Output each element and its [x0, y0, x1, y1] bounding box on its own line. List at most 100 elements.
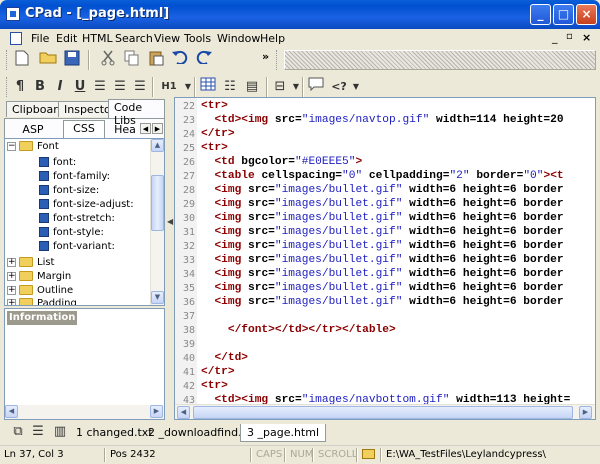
tree-item-font-stretch[interactable]: font-stretch:: [39, 213, 115, 227]
line-number: 42: [182, 381, 195, 392]
scroll-down-icon[interactable]: ▼: [151, 291, 164, 304]
status-bar: Ln 37, Col 3 Pos 2432 CAPS NUM SCROLL E:…: [0, 445, 600, 464]
table-icon[interactable]: [198, 77, 218, 97]
underline-icon[interactable]: U: [70, 77, 90, 97]
menu-window[interactable]: Window: [217, 32, 260, 45]
tree-item-margin[interactable]: + Margin: [7, 271, 71, 285]
tree-item-font-style[interactable]: font-style:: [39, 227, 104, 241]
code-editor[interactable]: 22 23 24 25 26 27 28 29 30 31 32 33 34 3…: [174, 97, 596, 420]
info-horizontal-scrollbar[interactable]: ◀ ▶: [5, 405, 164, 419]
collapse-icon[interactable]: −: [7, 141, 16, 151]
comment-icon[interactable]: [306, 77, 326, 97]
save-icon[interactable]: [62, 50, 82, 70]
paragraph-icon[interactable]: ¶: [10, 77, 30, 97]
line-number: 38: [182, 325, 195, 336]
new-file-icon[interactable]: [12, 50, 32, 70]
subtab-css[interactable]: CSS: [63, 120, 105, 139]
menu-tools[interactable]: Tools: [184, 32, 211, 45]
tree-vertical-scrollbar[interactable]: ▲ ▼: [150, 139, 164, 305]
menu-html[interactable]: HTML: [82, 32, 113, 45]
tree-item-font-size-adjust[interactable]: font-size-adjust:: [39, 199, 134, 213]
expand-icon[interactable]: +: [7, 285, 16, 295]
scroll-thumb[interactable]: [151, 175, 164, 231]
subtab-asp[interactable]: ASP: [11, 122, 55, 139]
italic-icon[interactable]: I: [50, 77, 70, 97]
scroll-right-icon[interactable]: ▶: [150, 405, 163, 418]
menu-help[interactable]: Help: [260, 32, 285, 45]
expand-icon[interactable]: +: [7, 257, 16, 267]
script-chevron-down-icon[interactable]: ▼: [346, 77, 366, 97]
menu-edit[interactable]: Edit: [56, 32, 77, 45]
toolbar-overflow-chevron-icon[interactable]: »: [262, 50, 269, 63]
folder-icon: [19, 257, 33, 267]
line-number: 30: [182, 213, 195, 224]
menu-file[interactable]: File: [31, 32, 49, 45]
line-number: 24: [182, 129, 195, 140]
tab-code-libs[interactable]: Code Libs: [108, 99, 165, 127]
scroll-right-icon[interactable]: ▶: [579, 406, 592, 419]
css-property-icon: [39, 241, 49, 251]
tree-item-font[interactable]: − Font: [7, 141, 59, 155]
book-icon[interactable]: ▥: [50, 422, 70, 442]
line-number: 40: [182, 353, 195, 364]
editor-horizontal-scrollbar[interactable]: ◀ ▶: [175, 404, 595, 419]
expand-icon[interactable]: +: [7, 271, 16, 281]
panel-splitter[interactable]: ◀: [166, 97, 174, 420]
subtab-scroll-left-icon[interactable]: ◀: [140, 123, 151, 134]
character-position: Pos 2432: [110, 449, 156, 460]
code-line: <img src="images/bullet.gif" width=6 hei…: [214, 296, 564, 308]
toolbar-grip[interactable]: [6, 50, 9, 70]
splitter-arrow-icon[interactable]: ◀: [167, 217, 173, 226]
menu-search[interactable]: Search: [115, 32, 153, 45]
color-picker-bar[interactable]: [284, 50, 596, 70]
code-line: <img src="images/bullet.gif" width=6 hei…: [214, 268, 564, 280]
mdi-minimize-button[interactable]: _: [552, 31, 558, 44]
bold-icon[interactable]: B: [30, 77, 50, 97]
css-property-icon: [39, 213, 49, 223]
tree-item-list[interactable]: + List: [7, 257, 54, 271]
cursor-position: Ln 37, Col 3: [4, 449, 64, 460]
paste-icon[interactable]: [146, 50, 166, 70]
maximize-button[interactable]: □: [553, 4, 574, 25]
scroll-left-icon[interactable]: ◀: [177, 406, 190, 419]
scroll-indicator: SCROLL: [318, 449, 358, 460]
cut-icon[interactable]: [98, 50, 118, 70]
line-number: 29: [182, 199, 195, 210]
open-folder-icon[interactable]: [38, 50, 58, 70]
tile-icon[interactable]: ⧉: [8, 422, 28, 442]
scroll-up-icon[interactable]: ▲: [151, 139, 164, 152]
align-center-icon[interactable]: ☰: [110, 77, 130, 97]
doc-tab-page[interactable]: 3 _page.html: [240, 424, 327, 442]
tree-item-font-variant[interactable]: font-variant:: [39, 241, 115, 255]
scroll-thumb[interactable]: [193, 406, 573, 419]
minimize-button[interactable]: _: [530, 4, 551, 25]
form-icon[interactable]: ▤: [242, 77, 262, 97]
title-bar: CPad - [_page.html] _ □ ×: [0, 0, 600, 29]
close-button[interactable]: ×: [576, 4, 597, 25]
scroll-left-icon[interactable]: ◀: [5, 405, 18, 418]
copy-icon[interactable]: [122, 50, 142, 70]
subtab-scroll-right-icon[interactable]: ▶: [152, 123, 163, 134]
mdi-close-button[interactable]: ×: [582, 31, 591, 44]
num-indicator: NUM: [290, 449, 314, 460]
document-icon[interactable]: [10, 32, 22, 45]
tree-item-font-prop[interactable]: font:: [39, 157, 76, 171]
css-property-icon: [39, 227, 49, 237]
undo-icon[interactable]: [170, 50, 190, 70]
tree-item-outline[interactable]: + Outline: [7, 285, 73, 299]
redo-icon[interactable]: [194, 50, 214, 70]
align-right-icon[interactable]: ☰: [130, 77, 150, 97]
align-left-icon[interactable]: ☰: [90, 77, 110, 97]
tree-item-padding[interactable]: + Padding: [7, 298, 77, 305]
line-number: 37: [182, 311, 195, 322]
code-line: <td bgcolor="#E0EEE5">: [214, 156, 363, 168]
menu-view[interactable]: View: [154, 32, 180, 45]
mdi-restore-button[interactable]: ▫: [566, 31, 573, 42]
expand-icon[interactable]: +: [7, 298, 16, 305]
cascade-icon[interactable]: ☰: [28, 422, 48, 442]
tree-item-font-size[interactable]: font-size:: [39, 185, 99, 199]
line-number: 23: [182, 115, 195, 126]
tree-item-font-family[interactable]: font-family:: [39, 171, 110, 185]
list-icon[interactable]: ☷: [220, 77, 240, 97]
css-property-icon: [39, 199, 49, 209]
